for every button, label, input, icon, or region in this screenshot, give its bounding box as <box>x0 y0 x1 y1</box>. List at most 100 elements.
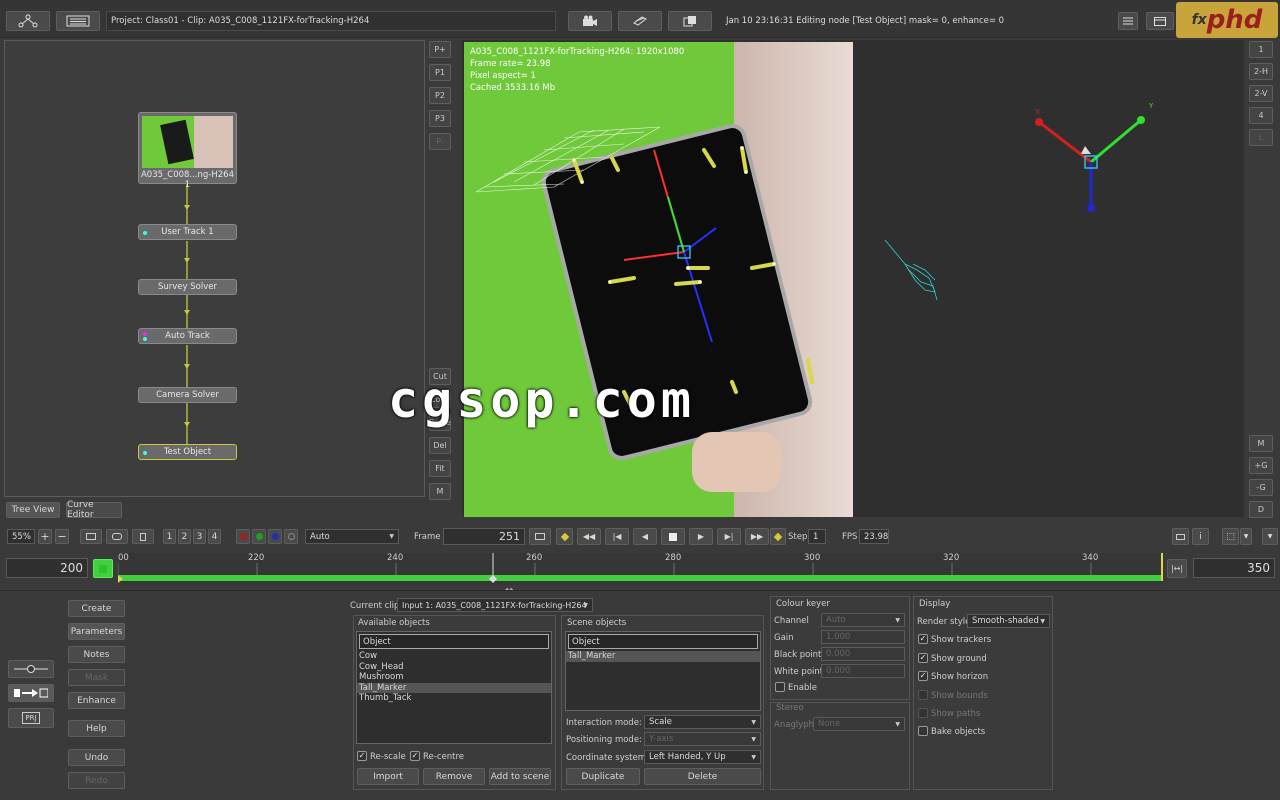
zoom-in-button[interactable]: + <box>38 529 52 544</box>
settings-button[interactable]: ⬚ <box>1222 528 1239 545</box>
view-m-button[interactable]: M <box>1249 435 1273 452</box>
show-paths-checkbox[interactable] <box>918 708 928 718</box>
view-1-button[interactable]: 1 <box>163 529 176 544</box>
fps-field[interactable]: 23.98 <box>859 529 889 544</box>
step-forward-button[interactable]: ▶| <box>717 528 741 545</box>
show-bounds-checkbox[interactable] <box>918 690 928 700</box>
node-delete-button[interactable]: Del <box>429 437 451 454</box>
black-point-field[interactable]: 0.000 <box>821 647 905 661</box>
gain-field[interactable]: 1.000 <box>821 630 905 644</box>
list-item[interactable]: Cow_Head <box>357 662 551 673</box>
step-back-button[interactable]: |◀ <box>605 528 629 545</box>
timeline-end-field[interactable]: 350 <box>1193 558 1275 578</box>
view-3-button[interactable]: 3 <box>193 529 206 544</box>
redo-button[interactable]: Redo <box>68 772 125 789</box>
import-button[interactable]: Import <box>357 768 419 785</box>
channel-alpha-button[interactable] <box>284 529 298 544</box>
available-objects-list[interactable]: Object Cow Cow_Head Mushroom Tall_Marker… <box>356 631 552 744</box>
preset-2-button[interactable]: P2 <box>429 87 451 104</box>
node-camera-solver[interactable]: Camera Solver <box>138 387 237 403</box>
layout-2h-button[interactable]: 2-H <box>1249 63 1273 80</box>
rescale-checkbox[interactable]: ✓ <box>357 751 367 761</box>
goto-frame-button[interactable] <box>529 528 551 545</box>
frame-view-button[interactable] <box>80 529 102 544</box>
camera-mode-button[interactable] <box>568 11 612 31</box>
node-test-object[interactable]: Test Object <box>138 444 237 460</box>
white-point-field[interactable]: 0.000 <box>821 664 905 678</box>
display-mode-select[interactable]: Auto <box>305 529 399 544</box>
positioning-mode-select[interactable]: Y-axis <box>644 732 761 746</box>
object-mode-button[interactable] <box>668 11 712 31</box>
list-item-selected[interactable]: Tall_Marker <box>566 651 760 662</box>
mask-button[interactable]: Mask <box>68 669 125 686</box>
options-dropdown-button[interactable]: ▼ <box>1240 528 1252 545</box>
node-menu-button[interactable]: M <box>429 483 451 500</box>
view-minus-g-button[interactable]: -G <box>1249 479 1273 496</box>
bake-objects-checkbox[interactable] <box>918 726 928 736</box>
enable-checkbox[interactable] <box>775 682 785 692</box>
layout-1-button[interactable]: 1 <box>1249 41 1273 58</box>
preset-add-button[interactable]: P+ <box>429 41 451 58</box>
info-button[interactable]: i <box>1192 528 1209 545</box>
layout-2v-button[interactable]: 2-V <box>1249 85 1273 102</box>
layout-4-button[interactable]: 4 <box>1249 107 1273 124</box>
timeline-fit-button[interactable]: |↔| <box>1167 559 1187 578</box>
channel-select[interactable]: Auto <box>821 613 905 627</box>
preset-1-button[interactable]: P1 <box>429 64 451 81</box>
play-button[interactable]: ▶ <box>689 528 713 545</box>
list-item[interactable]: Cow <box>357 651 551 662</box>
delete-button[interactable]: Delete <box>644 768 761 785</box>
timeline-track[interactable]: 00 220 240 260 280 300 320 340 <box>117 553 1163 585</box>
stop-button[interactable] <box>661 528 685 545</box>
three-d-view[interactable]: X Y <box>855 42 1244 517</box>
channel-red-button[interactable] <box>236 529 250 544</box>
key-next-button[interactable] <box>770 528 786 545</box>
help-button[interactable]: Help <box>68 720 125 737</box>
show-horizon-checkbox[interactable]: ✓ <box>918 671 928 681</box>
play-back-button[interactable]: ◀ <box>633 528 657 545</box>
lock-view-button[interactable] <box>106 529 128 544</box>
menu-button[interactable] <box>1118 12 1138 30</box>
zoom-out-button[interactable]: − <box>55 529 69 544</box>
viewer-mode-button[interactable] <box>1172 528 1189 545</box>
tab-tree-view[interactable]: Tree View <box>6 502 60 518</box>
coordinate-system-select[interactable]: Left Handed, Y Up <box>644 750 761 764</box>
collapse-button[interactable]: ▼ <box>1262 528 1278 545</box>
notes-button[interactable]: Notes <box>68 646 125 663</box>
interaction-mode-select[interactable]: Scale <box>644 715 761 729</box>
clip-node[interactable]: A035_C008...ng-H264 1 <box>138 112 237 190</box>
tab-curve-editor[interactable]: Curve Editor <box>66 500 122 520</box>
show-trackers-checkbox[interactable]: ✓ <box>918 634 928 644</box>
orientation-mode-button[interactable] <box>618 11 662 31</box>
view-4-button[interactable]: 4 <box>208 529 221 544</box>
list-item[interactable]: Thumb_Tack <box>357 693 551 704</box>
layout-button[interactable] <box>1146 12 1174 30</box>
channel-blue-button[interactable] <box>268 529 282 544</box>
show-ground-checkbox[interactable]: ✓ <box>918 653 928 663</box>
node-fit-button[interactable]: Fit <box>429 460 451 477</box>
mode-slider-button[interactable] <box>8 660 54 678</box>
render-style-select[interactable]: Smooth-shaded <box>967 614 1050 628</box>
create-button[interactable]: Create <box>68 600 125 617</box>
scene-objects-list[interactable]: Object Tall_Marker <box>565 631 761 711</box>
duplicate-button[interactable]: Duplicate <box>566 768 640 785</box>
list-item[interactable]: Mushroom <box>357 672 551 683</box>
remove-button[interactable]: Remove <box>423 768 485 785</box>
view-d-button[interactable]: D <box>1249 501 1273 518</box>
zoom-field[interactable]: 55% <box>7 529 35 544</box>
current-clip-select[interactable]: Input 1: A035_C008_1121FX-forTracking-H2… <box>397 598 593 612</box>
fast-forward-button[interactable]: ▶▶ <box>745 528 769 545</box>
camera-view[interactable]: A035_C008_1121FX-forTracking-H264: 1920x… <box>464 42 853 517</box>
add-to-scene-button[interactable]: Add to scene <box>489 768 551 785</box>
undo-button[interactable]: Undo <box>68 749 125 766</box>
recentre-checkbox[interactable]: ✓ <box>410 751 420 761</box>
timeline-lock-button[interactable] <box>93 559 113 578</box>
channel-green-button[interactable] <box>252 529 266 544</box>
frame-field[interactable]: 251 <box>443 528 525 545</box>
layout-l-button[interactable]: L <box>1249 129 1273 146</box>
node-user-track[interactable]: User Track 1 <box>138 224 237 240</box>
rewind-button[interactable]: ◀◀ <box>577 528 601 545</box>
preset-3-button[interactable]: P3 <box>429 110 451 127</box>
preset-remove-button[interactable]: P- <box>429 133 451 150</box>
view-2-button[interactable]: 2 <box>178 529 191 544</box>
